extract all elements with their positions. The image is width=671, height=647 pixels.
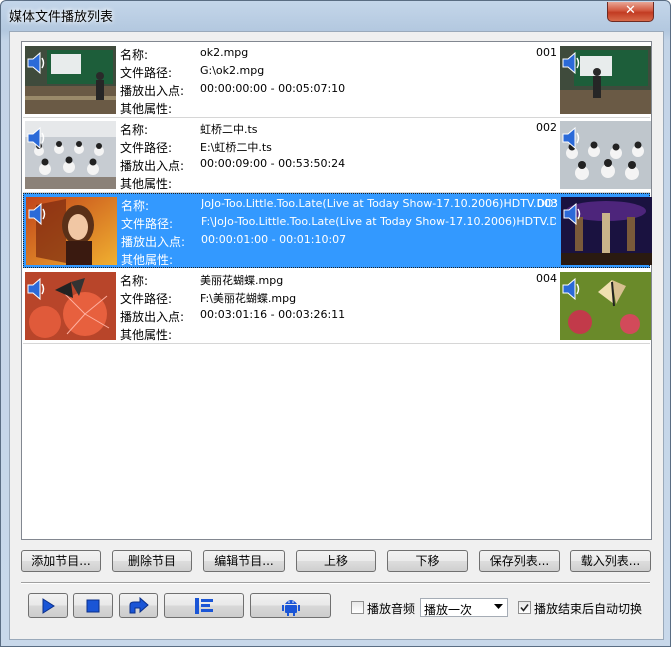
title-bar[interactable]: 媒体文件播放列表 ✕ bbox=[1, 1, 670, 29]
divider bbox=[21, 582, 650, 584]
speaker-icon bbox=[27, 277, 45, 301]
inout-value: 00:00:00:00 - 00:05:07:10 bbox=[200, 82, 346, 95]
name-value: JoJo-Too.Little.Too.Late(Live at Today S… bbox=[201, 197, 556, 210]
close-button[interactable]: ✕ bbox=[607, 2, 654, 22]
speaker-icon bbox=[27, 51, 45, 75]
inout-value: 00:00:01:00 - 00:01:10:07 bbox=[201, 233, 347, 246]
inout-label: 播放出入点: bbox=[120, 159, 185, 173]
name-label: 名称: bbox=[120, 48, 149, 62]
thumbnail-out bbox=[560, 121, 651, 189]
move-up-button[interactable]: 上移 bbox=[296, 550, 376, 572]
path-label: 文件路径: bbox=[120, 141, 173, 155]
list-view-button[interactable] bbox=[164, 593, 244, 618]
list-item[interactable]: 名称: 文件路径: 播放出入点: 其他属性: ok2.mpg G:\ok2.mp… bbox=[23, 43, 651, 118]
playlist-window: 媒体文件播放列表 ✕ 名称: 文件路径: 播放出入点: 其他属性: ok2.mp… bbox=[0, 0, 671, 647]
inout-label: 播放出入点: bbox=[121, 235, 186, 249]
other-label: 其他属性: bbox=[120, 102, 173, 116]
path-value: F:\JoJo-Too.Little.Too.Late(Live at Toda… bbox=[201, 215, 556, 228]
list-item[interactable]: 名称: 文件路径: 播放出入点: 其他属性: 虹桥二中.ts E:\虹桥二中.t… bbox=[23, 118, 651, 193]
thumbnail-out bbox=[560, 272, 651, 340]
inout-value: 00:00:09:00 - 00:53:50:24 bbox=[200, 157, 346, 170]
list-icon bbox=[195, 597, 213, 614]
name-label: 名称: bbox=[121, 199, 150, 213]
edit-item-button[interactable]: 编辑节目... bbox=[203, 550, 285, 572]
media-list[interactable]: 名称: 文件路径: 播放出入点: 其他属性: ok2.mpg G:\ok2.mp… bbox=[21, 41, 652, 540]
name-label: 名称: bbox=[120, 123, 149, 137]
play-mode-value: 播放一次 bbox=[424, 603, 473, 617]
window-title: 媒体文件播放列表 bbox=[9, 10, 114, 25]
list-item[interactable]: 名称: 文件路径: 播放出入点: 其他属性: 美丽花蝴蝶.mpg F:\美丽花蝴… bbox=[23, 269, 651, 344]
save-list-button[interactable]: 保存列表... bbox=[479, 550, 560, 572]
client-area: 名称: 文件路径: 播放出入点: 其他属性: ok2.mpg G:\ok2.mp… bbox=[9, 31, 664, 640]
delete-item-button[interactable]: 删除节目 bbox=[112, 550, 192, 572]
item-index: 001 bbox=[536, 46, 557, 59]
thumbnail-in bbox=[25, 272, 116, 340]
play-audio-checkbox[interactable] bbox=[351, 601, 364, 614]
thumbnail-in bbox=[26, 197, 117, 265]
speaker-icon bbox=[562, 277, 580, 301]
thumbnail-out bbox=[561, 197, 652, 265]
speaker-icon bbox=[27, 126, 45, 150]
android-icon bbox=[281, 599, 300, 616]
speaker-icon bbox=[563, 202, 581, 226]
name-value: 虹桥二中.ts bbox=[200, 123, 258, 136]
move-down-button[interactable]: 下移 bbox=[387, 550, 468, 572]
item-index: 002 bbox=[536, 121, 557, 134]
add-item-button[interactable]: 添加节目... bbox=[21, 550, 101, 572]
list-item-selected[interactable]: 名称: 文件路径: 播放出入点: 其他属性: JoJo-Too.Little.T… bbox=[23, 193, 652, 268]
path-value: E:\虹桥二中.ts bbox=[200, 141, 272, 154]
inout-label: 播放出入点: bbox=[120, 84, 185, 98]
thumbnail-in bbox=[25, 46, 116, 114]
other-label: 其他属性: bbox=[120, 177, 173, 191]
path-value: G:\ok2.mpg bbox=[200, 64, 265, 77]
inout-value: 00:03:01:16 - 00:03:26:11 bbox=[200, 308, 346, 321]
speaker-icon bbox=[562, 126, 580, 150]
name-value: 美丽花蝴蝶.mpg bbox=[200, 274, 284, 287]
item-index: 004 bbox=[536, 272, 557, 285]
path-label: 文件路径: bbox=[120, 292, 173, 306]
thumbnail-out bbox=[560, 46, 651, 114]
android-button[interactable] bbox=[250, 593, 331, 618]
thumbnail-in bbox=[25, 121, 116, 189]
path-label: 文件路径: bbox=[120, 66, 173, 80]
speaker-icon bbox=[28, 202, 46, 226]
path-label: 文件路径: bbox=[121, 217, 174, 231]
next-button[interactable] bbox=[119, 593, 158, 618]
play-icon bbox=[42, 597, 55, 614]
other-label: 其他属性: bbox=[120, 328, 173, 342]
play-audio-label: 播放音频 bbox=[367, 602, 416, 616]
next-icon bbox=[129, 596, 149, 613]
play-mode-select[interactable]: 播放一次 bbox=[420, 598, 508, 617]
dropdown-arrow-icon bbox=[494, 604, 503, 609]
stop-icon bbox=[86, 599, 100, 612]
auto-switch-checkbox[interactable] bbox=[518, 601, 531, 614]
name-value: ok2.mpg bbox=[200, 46, 249, 59]
other-label: 其他属性: bbox=[121, 253, 174, 267]
stop-button[interactable] bbox=[73, 593, 113, 618]
load-list-button[interactable]: 载入列表... bbox=[570, 550, 651, 572]
name-label: 名称: bbox=[120, 274, 149, 288]
inout-label: 播放出入点: bbox=[120, 310, 185, 324]
auto-switch-label: 播放结束后自动切换 bbox=[534, 602, 643, 616]
speaker-icon bbox=[562, 51, 580, 75]
checkmark-icon bbox=[520, 604, 529, 612]
play-button[interactable] bbox=[28, 593, 68, 618]
path-value: F:\美丽花蝴蝶.mpg bbox=[200, 292, 297, 305]
item-index: 003 bbox=[537, 197, 558, 210]
